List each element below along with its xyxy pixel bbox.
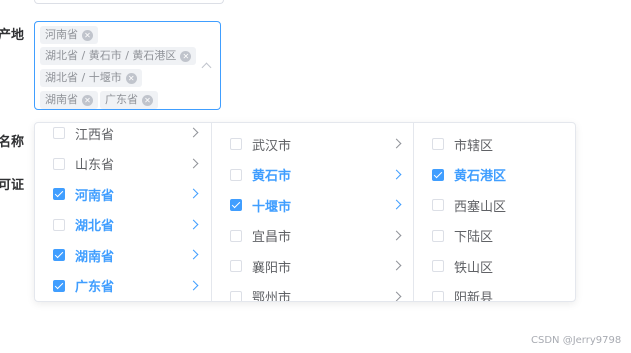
checkbox-checked[interactable]	[230, 199, 242, 211]
option-label: 黄石市	[252, 169, 292, 184]
cascader-option[interactable]: 黄石港区	[414, 160, 575, 190]
option-label: 襄阳市	[252, 260, 292, 276]
option-label: 河南省	[75, 188, 115, 204]
checkbox[interactable]	[230, 168, 242, 181]
cascader-option[interactable]: 市辖区	[414, 129, 575, 159]
close-icon[interactable]: ✕	[125, 73, 137, 84]
tag-henan: 河南省 ✕	[40, 26, 98, 44]
chevron-up-icon[interactable]	[201, 62, 212, 73]
form-label-origin: 产地	[0, 28, 25, 43]
chevron-right-icon	[188, 249, 199, 260]
option-label: 黄石港区	[454, 169, 507, 184]
cascader-option[interactable]: 武汉市	[212, 129, 414, 159]
close-icon[interactable]: ✕	[82, 30, 93, 41]
option-label: 江西省	[75, 127, 115, 143]
cascader-option[interactable]: 河南省	[35, 179, 211, 209]
chevron-right-icon	[188, 280, 199, 290]
tag-label: 湖南省	[45, 93, 78, 106]
origin-cascader-input[interactable]: 河南省 ✕ 湖北省 / 黄石市 / 黄石港区 ✕ 湖北省 / 十堰市 ✕ 湖南省 ✕ 广…	[34, 21, 221, 110]
chevron-right-icon	[391, 199, 402, 210]
option-label: 下陆区	[454, 230, 494, 245]
option-label: 广东省	[75, 280, 115, 295]
option-label: 山东省	[75, 158, 115, 173]
option-label: 市辖区	[454, 138, 494, 154]
checkbox[interactable]	[432, 229, 444, 242]
cascader-option[interactable]: 鄂州市	[212, 282, 414, 301]
checkbox[interactable]	[230, 260, 242, 272]
chevron-right-icon	[391, 169, 402, 179]
cascader-option[interactable]: 十堰市	[212, 190, 414, 220]
cascader-option[interactable]: 黄石市	[212, 160, 414, 190]
checkbox[interactable]	[432, 199, 444, 211]
cascader-option[interactable]: 铁山区	[414, 251, 575, 281]
cascader-option[interactable]: 下陆区	[414, 221, 575, 251]
checkbox[interactable]	[53, 127, 65, 139]
close-icon[interactable]: ✕	[82, 95, 93, 106]
tag-huangshigang: 湖北省 / 黄石市 / 黄石港区 ✕	[40, 47, 197, 65]
chevron-right-icon	[188, 188, 199, 199]
cascader-option[interactable]: 广东省	[35, 271, 211, 301]
checkbox[interactable]	[432, 290, 444, 301]
checkbox[interactable]	[432, 138, 444, 150]
tag-label: 湖北省 / 十堰市	[45, 71, 122, 84]
option-label: 湖南省	[75, 249, 115, 265]
option-label: 武汉市	[252, 138, 292, 154]
chevron-right-icon	[188, 219, 199, 229]
cascader-option[interactable]: 阳新县	[414, 282, 575, 301]
chevron-right-icon	[391, 291, 402, 301]
city-menu: 武汉市黄石市十堰市宜昌市襄阳市鄂州市	[211, 123, 414, 301]
option-label: 宜昌市	[252, 230, 292, 245]
previous-input-bottom-edge	[34, 0, 224, 4]
checkbox[interactable]	[432, 260, 444, 272]
cascader-dropdown: 江西省山东省河南省湖北省湖南省广东省 武汉市黄石市十堰市宜昌市襄阳市鄂州市 市辖…	[34, 122, 576, 302]
close-icon[interactable]: ✕	[180, 51, 192, 62]
tag-shiyan: 湖北省 / 十堰市 ✕	[40, 69, 142, 87]
option-label: 铁山区	[454, 260, 494, 276]
option-label: 西塞山区	[454, 199, 507, 215]
checkbox[interactable]	[230, 229, 242, 242]
tag-label: 湖北省 / 黄石市 / 黄石港区	[45, 49, 177, 62]
cascader-option[interactable]: 西塞山区	[414, 190, 575, 220]
cascader-option[interactable]: 宜昌市	[212, 221, 414, 251]
cascader-option[interactable]: 湖北省	[35, 210, 211, 240]
checkbox-checked[interactable]	[53, 249, 65, 261]
checkbox-checked[interactable]	[53, 188, 65, 200]
cascader-option[interactable]: 湖南省	[35, 240, 211, 270]
tag-label: 河南省	[45, 28, 78, 41]
checkbox[interactable]	[53, 218, 65, 231]
chevron-right-icon	[188, 158, 199, 168]
checkbox[interactable]	[53, 157, 65, 170]
form-label-license: 可证	[0, 178, 25, 193]
province-menu: 江西省山东省河南省湖北省湖南省广东省	[35, 123, 211, 301]
chevron-right-icon	[391, 138, 402, 149]
cascader-option[interactable]: 江西省	[35, 123, 211, 148]
csdn-watermark: CSDN @Jerry9798	[531, 335, 622, 346]
tag-guangdong: 广东省 ✕	[100, 91, 158, 109]
option-label: 湖北省	[75, 219, 115, 234]
chevron-right-icon	[391, 230, 402, 240]
close-icon[interactable]: ✕	[142, 95, 153, 106]
chevron-right-icon	[188, 127, 199, 138]
chevron-right-icon	[391, 260, 402, 271]
option-label: 阳新县	[454, 291, 494, 301]
tag-hunan: 湖南省 ✕	[40, 91, 98, 109]
form-label-name: 名称	[0, 135, 25, 150]
checkbox-checked[interactable]	[432, 168, 444, 181]
cascader-option[interactable]: 山东省	[35, 149, 211, 179]
option-label: 鄂州市	[252, 291, 292, 301]
tag-label: 广东省	[105, 93, 138, 106]
option-label: 十堰市	[252, 199, 292, 215]
cascader-option[interactable]: 襄阳市	[212, 251, 414, 281]
checkbox[interactable]	[230, 290, 242, 301]
checkbox[interactable]	[230, 138, 242, 150]
checkbox-checked[interactable]	[53, 279, 65, 292]
district-menu: 市辖区黄石港区西塞山区下陆区铁山区阳新县	[413, 123, 575, 301]
